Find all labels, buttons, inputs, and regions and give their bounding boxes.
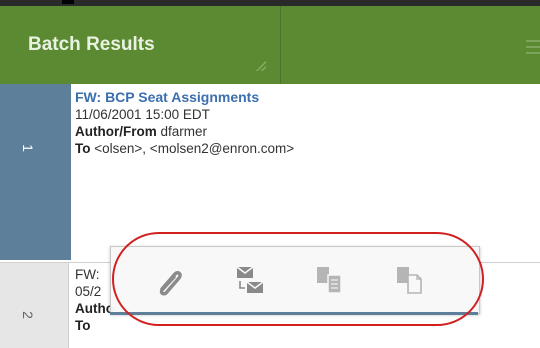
message-date: 05/2 [75, 284, 102, 299]
top-bar-nub [62, 0, 74, 4]
row-content: FW: 05/2 Autho To [75, 266, 114, 334]
column-resize-handle[interactable] [256, 61, 266, 71]
panel-title: Batch Results [28, 34, 155, 55]
copy-documents-icon[interactable] [309, 261, 349, 301]
message-author-line: Autho [75, 300, 114, 317]
row-index-cell: 2 [0, 263, 69, 348]
author-label: Autho [75, 301, 114, 316]
menu-icon[interactable] [526, 40, 540, 58]
column-separator[interactable] [280, 6, 281, 84]
toolbar-divider [110, 312, 478, 315]
to-label: To [75, 318, 91, 333]
to-label: To [75, 141, 91, 156]
paperclip-icon[interactable] [149, 261, 189, 301]
copy-documents-outline-icon[interactable] [389, 261, 429, 301]
message-subject-link[interactable]: FW: BCP Seat Assignments [75, 89, 294, 106]
batch-results-header: Batch Results [0, 6, 540, 85]
row-index-number: 2 [19, 311, 36, 319]
row-index-number: 1 [19, 144, 36, 152]
message-to-line: To <olsen>, <molsen2@enron.com> [75, 140, 294, 157]
message-subject-link[interactable]: FW: [75, 266, 114, 283]
row-index-cell: 1 [0, 84, 68, 260]
result-row-selected[interactable]: 1 FW: BCP Seat Assignments 11/06/2001 15… [0, 84, 540, 260]
row-content: FW: BCP Seat Assignments 11/06/2001 15:0… [75, 89, 294, 157]
reply-envelope-icon[interactable] [229, 261, 269, 301]
message-date: 11/06/2001 15:00 EDT [75, 107, 210, 122]
author-value: dfarmer [160, 124, 208, 139]
message-to-line: To [75, 317, 114, 334]
author-label: Author/From [75, 124, 157, 139]
message-author-line: Author/From dfarmer [75, 123, 294, 140]
to-value: <olsen>, <molsen2@enron.com> [94, 141, 295, 156]
row-action-toolbar [110, 246, 480, 314]
